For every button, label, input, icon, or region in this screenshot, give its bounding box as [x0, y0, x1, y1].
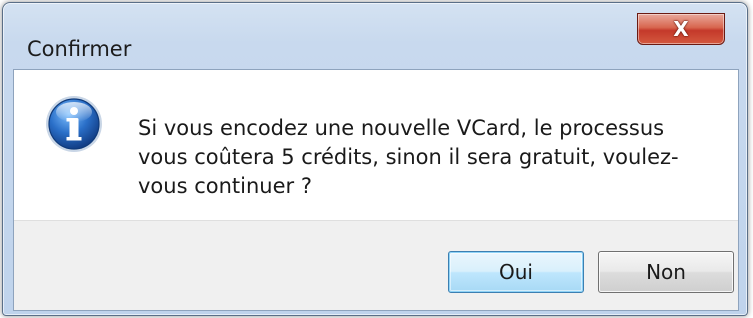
no-button[interactable]: Non	[598, 251, 734, 293]
window-title: Confirmer	[27, 37, 132, 61]
yes-button[interactable]: Oui	[448, 251, 584, 293]
close-button[interactable]: X	[637, 13, 725, 45]
title-bar[interactable]: Confirmer X	[3, 3, 747, 69]
confirm-dialog-window: Confirmer X Si vous encodez une nouvelle…	[2, 2, 748, 316]
info-icon	[46, 96, 102, 152]
dialog-message: Si vous encodez une nouvelle VCard, le p…	[138, 116, 679, 198]
dialog-button-bar: Oui Non	[14, 220, 738, 310]
dialog-content: Si vous encodez une nouvelle VCard, le p…	[14, 70, 738, 220]
dialog-client-area: Si vous encodez une nouvelle VCard, le p…	[13, 69, 739, 311]
close-icon: X	[673, 17, 689, 41]
